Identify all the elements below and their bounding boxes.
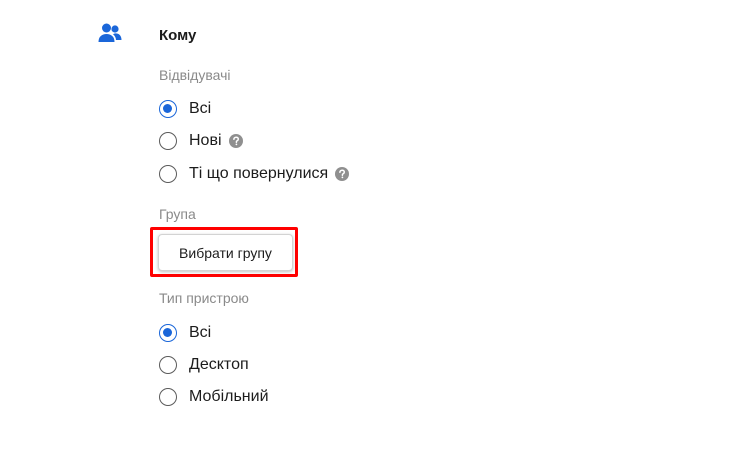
- section-title: Кому: [159, 27, 197, 44]
- radio-button[interactable]: [159, 388, 177, 406]
- radio-button-checked[interactable]: [159, 100, 177, 118]
- device-option-mobile[interactable]: Мобільний: [159, 387, 269, 407]
- help-icon[interactable]: [228, 134, 243, 148]
- device-type-label: Тип пристрою: [159, 290, 249, 306]
- device-option-all[interactable]: Всі: [159, 323, 211, 343]
- visitors-label: Відвідувачі: [159, 67, 231, 83]
- visitors-option-returning-label: Ті що повернулися: [189, 165, 329, 182]
- radio-button-checked[interactable]: [159, 324, 177, 342]
- visitors-option-returning[interactable]: Ті що повернулися: [159, 164, 350, 184]
- radio-button[interactable]: [159, 165, 177, 183]
- device-option-mobile-label: Мобільний: [189, 388, 269, 405]
- radio-button[interactable]: [159, 356, 177, 374]
- help-icon[interactable]: [335, 167, 350, 181]
- visitors-option-new-label: Нові: [189, 132, 222, 149]
- device-option-desktop-label: Десктоп: [189, 356, 249, 373]
- group-label: Група: [159, 206, 196, 222]
- visitors-option-all-label: Всі: [189, 100, 212, 117]
- device-option-all-label: Всі: [189, 324, 212, 341]
- choose-group-button[interactable]: Вибрати групу: [158, 234, 293, 271]
- radio-button[interactable]: [159, 132, 177, 150]
- visitors-option-all[interactable]: Всі: [159, 99, 211, 119]
- device-option-desktop[interactable]: Десктоп: [159, 355, 249, 375]
- visitors-option-new[interactable]: Нові: [159, 131, 243, 151]
- audience-settings-panel: Кому Відвідувачі Всі Нові Ті що повернул…: [0, 0, 730, 464]
- users-icon: [98, 23, 122, 42]
